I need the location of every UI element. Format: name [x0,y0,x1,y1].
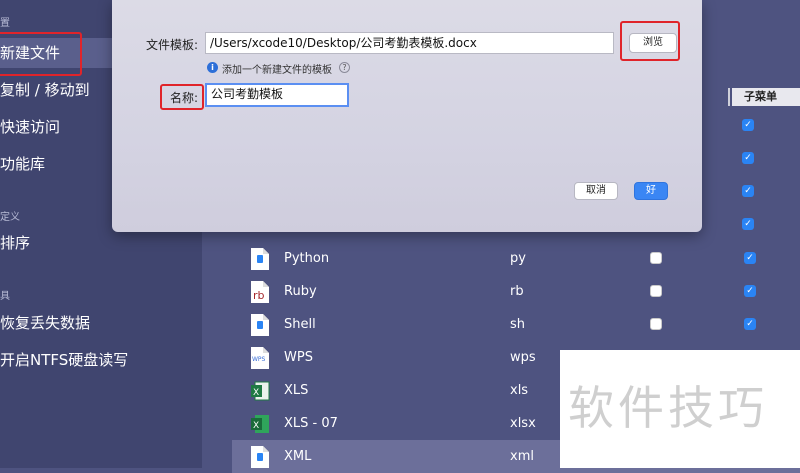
submenu-checkbox[interactable]: ✓ [742,185,754,197]
info-icon: i [207,62,218,73]
sidebar-item-quick-access[interactable]: 快速访问 [0,112,60,142]
sidebar-section-tools: 具 [0,291,10,302]
row-extension: py [510,251,526,266]
row-extension: xml [510,449,534,464]
sidebar-item-label: 快速访问 [0,118,61,136]
row-name: WPS [284,350,313,365]
template-hint: 添加一个新建文件的模板 [222,65,332,76]
sidebar-item-label: 复制 / 移动到 [0,81,90,99]
row-extension: sh [510,317,526,332]
template-path-field[interactable]: /Users/xcode10/Desktop/公司考勤表模板.docx [205,32,614,54]
sidebar-item-ntfs[interactable]: 开启NTFS硬盘读写 [0,345,128,375]
sidebar-item-label: 功能库 [0,155,46,173]
excel-file-icon: X [251,381,270,401]
table-row-shell[interactable]: Shell sh ✓ [232,308,800,341]
sidebar-section-custom: 定义 [0,212,20,223]
sidebar-item-label: 恢复丢失数据 [0,314,91,332]
submenu-checkbox[interactable]: ✓ [742,152,754,164]
enable-checkbox[interactable] [650,252,662,264]
python-file-icon [251,248,269,270]
enable-checkbox[interactable] [650,318,662,330]
enable-checkbox[interactable] [650,285,662,297]
svg-text:X: X [253,388,259,398]
shell-file-icon [251,314,269,336]
submenu-checkbox[interactable]: ✓ [744,318,756,330]
svg-text:X: X [253,421,259,431]
wps-file-icon: WPS [251,347,269,369]
xml-file-icon [251,446,269,468]
submenu-checkbox[interactable]: ✓ [744,285,756,297]
row-extension: xlsx [510,416,536,431]
highlight-box-new-file [0,32,82,76]
row-extension: wps [510,350,536,365]
row-name: Ruby [284,284,317,299]
column-divider [728,88,730,106]
cancel-button[interactable]: 取消 [574,182,618,200]
submenu-checkbox[interactable]: ✓ [742,119,754,131]
row-name: XML [284,449,312,464]
table-row-python[interactable]: Python py ✓ [232,242,800,275]
submenu-checkbox[interactable]: ✓ [744,252,756,264]
sidebar-item-copy-move[interactable]: 复制 / 移动到 [0,75,90,105]
sidebar-item-label: 排序 [0,234,31,252]
watermark-text: 软件技巧 [568,381,768,435]
sidebar-item-features[interactable]: 功能库 [0,149,45,179]
ruby-file-icon: rb [251,281,269,303]
submenu-checkbox[interactable]: ✓ [742,218,754,230]
sidebar-item-recover[interactable]: 恢复丢失数据 [0,308,90,338]
row-name: XLS - 07 [284,416,338,431]
svg-text:rb: rb [253,289,265,302]
row-extension: xls [510,383,529,398]
new-template-dialog: 文件模板: /Users/xcode10/Desktop/公司考勤表模板.doc… [112,0,702,232]
sidebar-item-sort[interactable]: 排序 [0,228,30,258]
row-name: XLS [284,383,309,398]
template-label: 文件模板: [146,38,199,52]
column-header-submenu[interactable]: 子菜单 [732,88,800,106]
help-icon[interactable]: ? [339,62,350,73]
ok-button[interactable]: 好 [634,182,668,200]
sidebar-item-label: 开启NTFS硬盘读写 [0,351,129,369]
svg-text:WPS: WPS [252,356,266,363]
highlight-box-browse [620,21,680,61]
excel-file-icon: X [251,415,269,433]
highlight-box-name [160,84,204,110]
template-name-input[interactable]: 公司考勤模板 [205,83,349,107]
table-row-ruby[interactable]: rb Ruby rb ✓ [232,275,800,308]
row-name: Shell [284,317,316,332]
sidebar-section-settings: 置 [0,18,10,29]
row-extension: rb [510,284,524,299]
row-name: Python [284,251,330,266]
